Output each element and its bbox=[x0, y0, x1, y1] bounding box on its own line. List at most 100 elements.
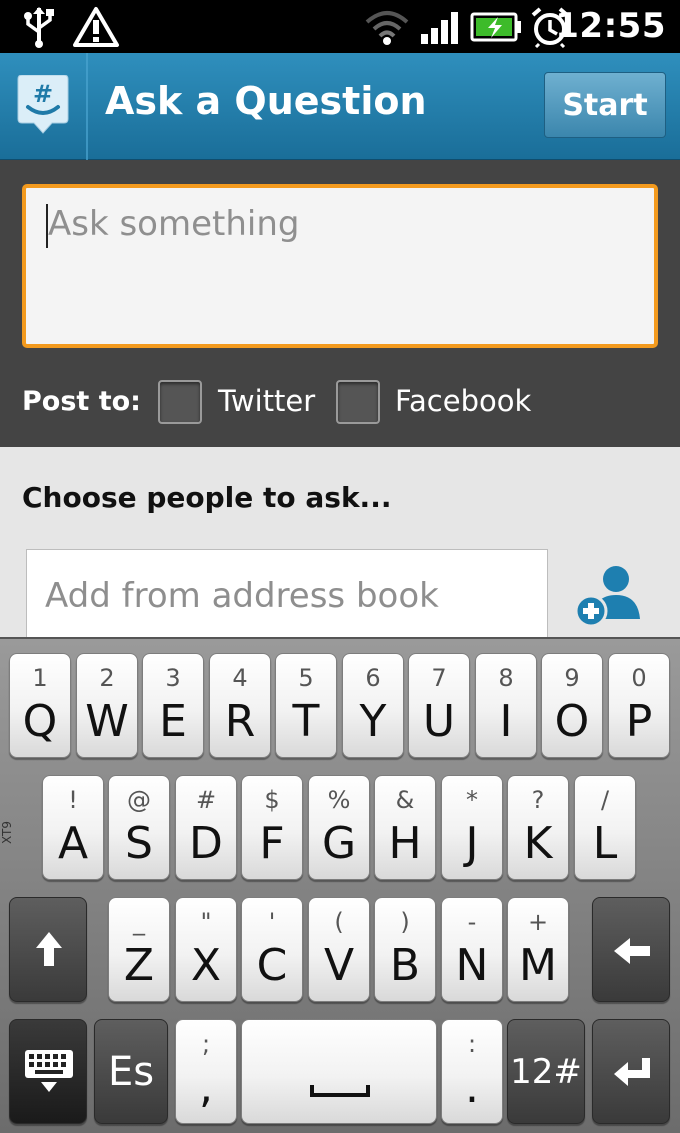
key-label: C bbox=[256, 940, 288, 991]
add-contact-icon[interactable] bbox=[572, 563, 644, 631]
usb-icon bbox=[24, 7, 54, 48]
key-hint: 4 bbox=[232, 664, 248, 692]
key-label: R bbox=[224, 696, 256, 747]
language-key[interactable]: Es bbox=[94, 1019, 168, 1124]
key-j[interactable]: * J bbox=[441, 775, 503, 880]
key-hint: $ bbox=[264, 786, 280, 814]
key-hint: 9 bbox=[564, 664, 580, 692]
twitter-label[interactable]: Twitter bbox=[218, 384, 315, 418]
ask-question-input[interactable]: Ask something bbox=[22, 184, 658, 348]
key-o[interactable]: 9O bbox=[541, 653, 603, 758]
key-label: X bbox=[190, 940, 222, 991]
key-label: Q bbox=[22, 696, 58, 747]
key-p[interactable]: 0P bbox=[608, 653, 670, 758]
key-z[interactable]: _ Z bbox=[108, 897, 170, 1002]
key-i[interactable]: 8I bbox=[475, 653, 537, 758]
key-label: I bbox=[499, 696, 513, 747]
key-label: 12# bbox=[510, 1051, 582, 1092]
page-title: Ask a Question bbox=[105, 79, 427, 123]
key-hint: & bbox=[395, 786, 415, 814]
key-label: T bbox=[292, 696, 320, 747]
status-bar: 12:55 bbox=[0, 0, 680, 53]
key-period[interactable]: :. bbox=[441, 1019, 503, 1124]
key-label: B bbox=[389, 940, 421, 991]
enter-key[interactable] bbox=[592, 1019, 670, 1124]
key-hint: + bbox=[527, 908, 549, 936]
start-button[interactable]: Start bbox=[544, 72, 666, 138]
key-g[interactable]: % G bbox=[308, 775, 370, 880]
key-u[interactable]: 7U bbox=[408, 653, 470, 758]
key-hint: / bbox=[600, 786, 610, 814]
shift-key[interactable] bbox=[9, 897, 87, 1002]
key-c[interactable]: ' C bbox=[241, 897, 303, 1002]
key-y[interactable]: 6Y bbox=[342, 653, 404, 758]
key-a[interactable]: ! A bbox=[42, 775, 104, 880]
symbols-key[interactable]: 12# bbox=[507, 1019, 585, 1124]
key-label: L bbox=[592, 818, 618, 869]
space-key[interactable] bbox=[241, 1019, 437, 1124]
title-bar: # Ask a Question Start bbox=[0, 53, 680, 160]
hide-keyboard-key[interactable] bbox=[9, 1019, 87, 1124]
key-hint: 5 bbox=[298, 664, 314, 692]
key-label: S bbox=[125, 818, 153, 869]
facebook-checkbox[interactable] bbox=[336, 380, 380, 424]
key-n[interactable]: -N bbox=[441, 897, 503, 1002]
enter-arrow-icon bbox=[614, 1058, 650, 1086]
key-label: , bbox=[199, 1062, 213, 1113]
key-h[interactable]: & H bbox=[374, 775, 436, 880]
backspace-key[interactable] bbox=[592, 897, 670, 1002]
key-hint: % bbox=[327, 786, 351, 814]
key-f[interactable]: $ F bbox=[241, 775, 303, 880]
key-hint: 8 bbox=[498, 664, 514, 692]
key-hint: _ bbox=[133, 908, 145, 936]
logo-glyph: # bbox=[33, 80, 53, 108]
address-book-input[interactable]: Add from address book bbox=[26, 549, 548, 639]
text-caret bbox=[46, 204, 48, 248]
key-label: U bbox=[422, 696, 456, 747]
key-label: F bbox=[259, 818, 285, 869]
post-to-label: Post to: bbox=[22, 386, 141, 417]
key-hint: ' bbox=[268, 908, 276, 936]
battery-icon bbox=[470, 12, 521, 42]
key-hint: ? bbox=[531, 786, 545, 814]
key-q[interactable]: 1Q bbox=[9, 653, 71, 758]
facebook-label[interactable]: Facebook bbox=[395, 384, 531, 418]
key-hint: * bbox=[466, 786, 478, 814]
key-label: W bbox=[85, 696, 129, 747]
key-s[interactable]: @ S bbox=[108, 775, 170, 880]
twitter-checkbox[interactable] bbox=[158, 380, 202, 424]
key-m[interactable]: + M bbox=[507, 897, 569, 1002]
key-v[interactable]: (V bbox=[308, 897, 370, 1002]
key-label: D bbox=[189, 818, 223, 869]
key-k[interactable]: ? K bbox=[507, 775, 569, 880]
key-hint: @ bbox=[127, 786, 151, 814]
key-hint: 1 bbox=[32, 664, 48, 692]
key-hint: - bbox=[467, 908, 477, 936]
key-l[interactable]: / L bbox=[574, 775, 636, 880]
key-hint: 7 bbox=[431, 664, 447, 692]
key-hint: : bbox=[467, 1030, 477, 1058]
key-label: P bbox=[625, 696, 653, 747]
key-label: N bbox=[455, 940, 489, 991]
key-label: V bbox=[323, 940, 355, 991]
people-section: Choose people to ask... Add from address… bbox=[0, 447, 680, 639]
key-hint: ; bbox=[201, 1030, 211, 1058]
key-e[interactable]: 3E bbox=[142, 653, 204, 758]
key-x[interactable]: " X bbox=[175, 897, 237, 1002]
key-w[interactable]: 2W bbox=[76, 653, 138, 758]
key-d[interactable]: # D bbox=[175, 775, 237, 880]
key-comma[interactable]: ;, bbox=[175, 1019, 237, 1124]
key-label: Es bbox=[107, 1048, 155, 1095]
key-label: Y bbox=[359, 696, 387, 747]
status-clock: 12:55 bbox=[555, 6, 666, 46]
address-placeholder: Add from address book bbox=[45, 576, 439, 616]
key-r[interactable]: 4R bbox=[209, 653, 271, 758]
key-hint: # bbox=[195, 786, 217, 814]
key-label: E bbox=[159, 696, 187, 747]
key-hint: ! bbox=[68, 786, 78, 814]
key-b[interactable]: ) B bbox=[374, 897, 436, 1002]
key-t[interactable]: 5T bbox=[275, 653, 337, 758]
key-label: Z bbox=[123, 940, 155, 991]
wifi-icon bbox=[365, 11, 409, 45]
key-hint: ) bbox=[400, 908, 410, 936]
